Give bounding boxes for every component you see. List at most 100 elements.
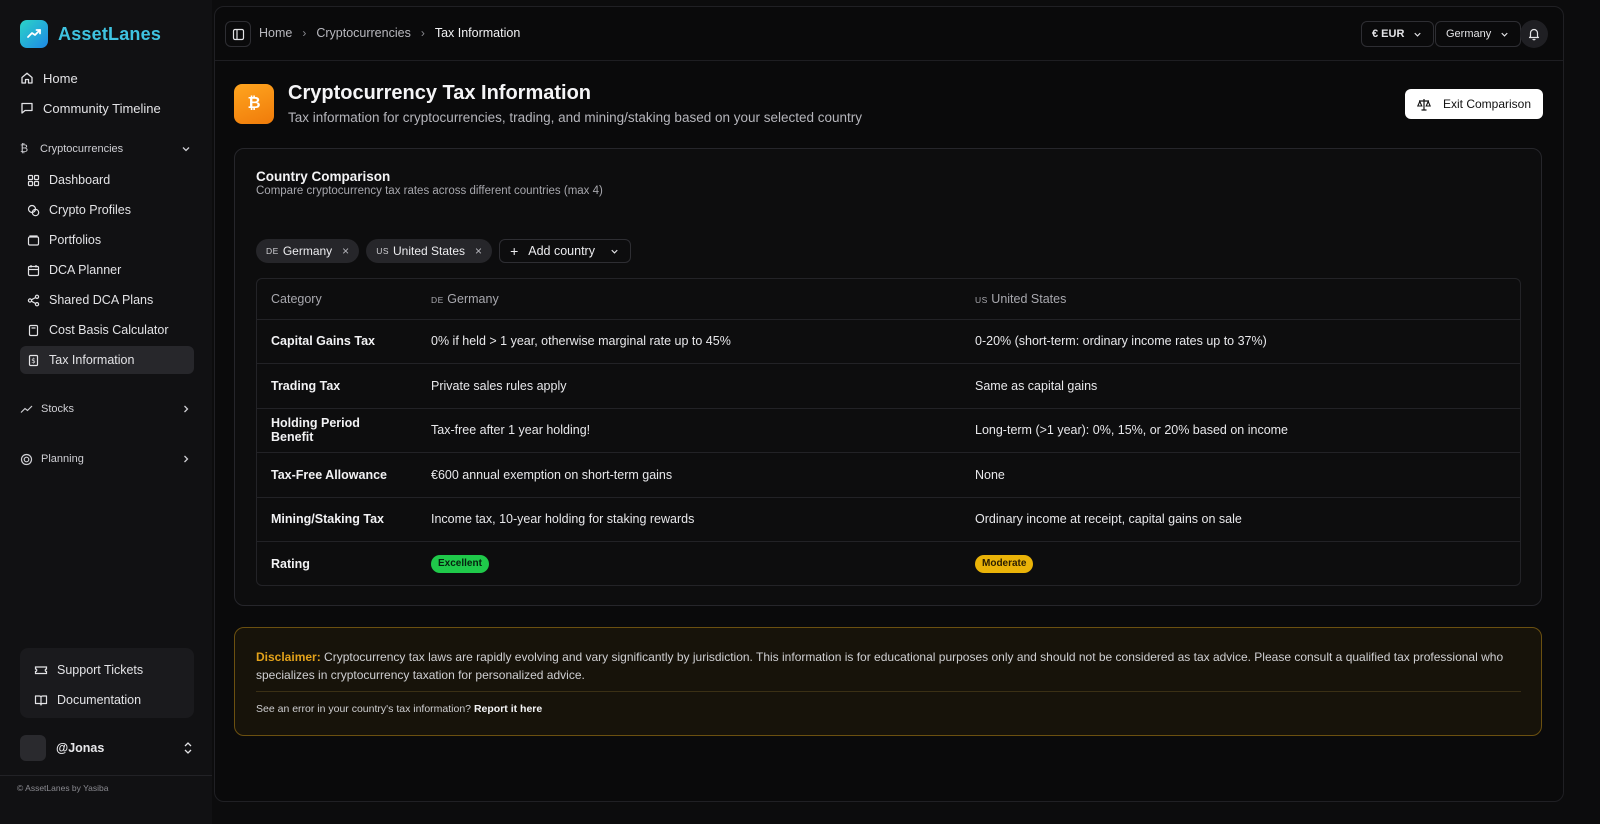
cell-united-states: None [961, 452, 1520, 498]
brand-name: AssetLanes [58, 23, 162, 44]
report-prefix: See an error in your country's tax infor… [256, 703, 472, 715]
brand[interactable]: AssetLanes [20, 20, 192, 48]
column-header-label: United States [991, 291, 1067, 306]
chevron-right-icon: › [420, 26, 425, 40]
column-header-germany: DE Germany [417, 279, 961, 320]
user-menu[interactable]: @Jonas [20, 734, 194, 762]
sidebar-item-portfolios[interactable]: Portfolios [20, 226, 194, 254]
sidebar-group-label: Stocks [41, 403, 75, 415]
sidebar-item-documentation[interactable]: Documentation [34, 686, 180, 713]
table-row-rating: Rating Excellent Moderate [257, 542, 1520, 586]
comparison-table: Category DE Germany US United States Cap… [256, 278, 1521, 586]
notifications-button[interactable] [1520, 20, 1548, 48]
disclaimer-label: Disclaimer: [256, 650, 321, 664]
sidebar-item-dashboard[interactable]: Dashboard [20, 166, 194, 194]
sidebar-group-planning[interactable]: Planning [20, 446, 192, 472]
sidebar-item-dca-planner[interactable]: DCA Planner [20, 256, 194, 284]
column-header-label: Germany [447, 291, 499, 306]
sidebar-item-cost-basis-calculator[interactable]: Cost Basis Calculator [20, 316, 194, 344]
page-subtitle: Tax information for cryptocurrencies, tr… [288, 110, 863, 125]
sidebar-group-stocks[interactable]: Stocks [20, 396, 192, 422]
receipt-icon: $ [28, 354, 39, 366]
sidebar-item-support-tickets[interactable]: Support Tickets [34, 656, 180, 683]
table-row: Holding Period Benefit Tax-free after 1 … [257, 408, 1520, 453]
scale-icon [1416, 98, 1431, 111]
country-chips: DE Germany × US United States × + Add co… [256, 239, 631, 263]
table-header-row: Category DE Germany US United States [257, 279, 1520, 320]
sidebar-item-label: Dashboard [49, 173, 111, 187]
plus-icon: + [510, 243, 519, 259]
bell-icon [1528, 28, 1540, 41]
country-chip-united-states[interactable]: US United States × [366, 239, 493, 263]
sidebar-item-home[interactable]: Home [20, 64, 192, 92]
calculator-icon [28, 324, 39, 336]
sidebar-item-label: Cost Basis Calculator [49, 323, 169, 337]
sidebar-item-label: Support Tickets [57, 662, 144, 677]
breadcrumb-home[interactable]: Home [259, 26, 292, 40]
country-code: DE [431, 294, 444, 305]
exit-comparison-button[interactable]: Exit Comparison [1405, 89, 1543, 119]
sidebar-divider [0, 775, 212, 776]
ticket-icon [34, 665, 48, 674]
card-title: Country Comparison [256, 169, 391, 184]
disclaimer-box: Disclaimer: Cryptocurrency tax laws are … [234, 627, 1542, 736]
currency-value: € EUR [1372, 28, 1405, 40]
home-icon [21, 72, 33, 84]
row-category: Mining/Staking Tax [257, 497, 417, 542]
book-icon [34, 694, 48, 706]
toggle-sidebar-button[interactable] [225, 21, 251, 47]
remove-icon[interactable]: × [475, 244, 482, 258]
sidebar-group-label: Planning [41, 453, 84, 465]
currency-select[interactable]: € EUR [1361, 21, 1435, 47]
country-value: Germany [1446, 28, 1492, 40]
chevron-right-icon: › [302, 26, 307, 40]
breadcrumb-cryptocurrencies[interactable]: Cryptocurrencies [316, 26, 410, 40]
main-panel: Home › Cryptocurrencies › Tax Informatio… [214, 6, 1564, 802]
country-comparison-card: Country Comparison Compare cryptocurrenc… [234, 148, 1542, 606]
cell-united-states: Ordinary income at receipt, capital gain… [961, 497, 1520, 542]
target-icon [20, 453, 33, 465]
disclaimer-text: Disclaimer: Cryptocurrency tax laws are … [256, 648, 1511, 684]
copyright: © AssetLanes by Yasiba [17, 783, 109, 793]
trending-up-icon [20, 405, 33, 413]
chevron-right-icon [184, 455, 189, 463]
country-code: DE [266, 246, 279, 256]
report-link[interactable]: Report it here [474, 703, 542, 715]
sidebar-item-label: DCA Planner [49, 263, 122, 277]
sidebar-item-tax-information[interactable]: $ Tax Information [20, 346, 194, 374]
sidebar-item-community-timeline[interactable]: Community Timeline [20, 94, 192, 122]
rating-badge-excellent: Excellent [431, 555, 489, 573]
report-error-line: See an error in your country's tax infor… [256, 703, 542, 715]
bitcoin-icon: ₿ [234, 84, 274, 124]
chevron-down-icon [1501, 32, 1508, 37]
sidebar-item-crypto-profiles[interactable]: Crypto Profiles [20, 196, 194, 224]
sidebar-item-label: Tax Information [49, 353, 135, 367]
sidebar-item-label: Crypto Profiles [49, 203, 131, 217]
disclaimer-body: Cryptocurrency tax laws are rapidly evol… [256, 650, 1504, 682]
topbar: Home › Cryptocurrencies › Tax Informatio… [215, 7, 1563, 61]
breadcrumb-current: Tax Information [434, 26, 521, 40]
sidebar: AssetLanes Home Community Timeline ₿ Cry… [0, 0, 212, 824]
row-category: Rating [271, 557, 310, 571]
card-subtitle: Compare cryptocurrency tax rates across … [256, 185, 603, 197]
support-box: Support Tickets Documentation [20, 648, 194, 718]
sidebar-item-shared-dca-plans[interactable]: Shared DCA Plans [20, 286, 194, 314]
sidebar-group-cryptocurrencies[interactable]: ₿ Cryptocurrencies [20, 136, 192, 162]
remove-icon[interactable]: × [342, 244, 349, 258]
row-category: Holding Period Benefit [257, 408, 417, 453]
table-row: Mining/Staking Tax Income tax, 10-year h… [257, 497, 1520, 542]
rating-badge-moderate: Moderate [975, 555, 1034, 573]
country-select[interactable]: Germany [1435, 21, 1522, 47]
column-header-united-states: US United States [961, 279, 1520, 320]
add-country-select[interactable]: + Add country [499, 239, 631, 263]
cell-united-states: 0-20% (short-term: ordinary income rates… [961, 319, 1520, 364]
cell-germany: Private sales rules apply [417, 363, 961, 409]
chevron-down-icon [1414, 32, 1422, 37]
country-code: US [376, 246, 389, 256]
svg-text:$: $ [31, 357, 35, 365]
country-chip-germany[interactable]: DE Germany × [256, 239, 360, 263]
trending-up-icon [20, 20, 48, 48]
grid-icon [27, 174, 40, 186]
panel-left-icon [232, 28, 244, 40]
wallet-icon [27, 234, 40, 246]
